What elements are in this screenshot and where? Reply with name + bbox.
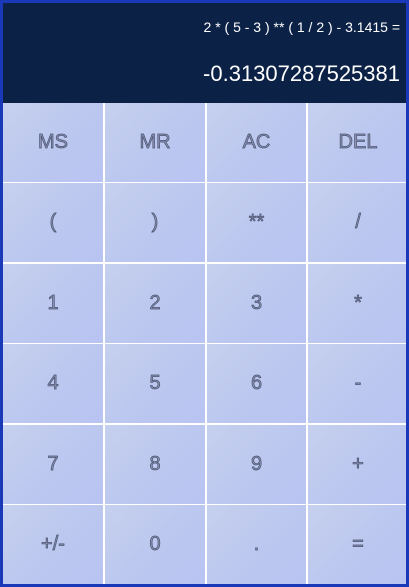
open-paren-button[interactable]: ( <box>3 183 103 263</box>
delete-button[interactable]: DEL <box>308 103 406 182</box>
digit-6-button[interactable]: 6 <box>207 344 306 424</box>
digit-5-button[interactable]: 5 <box>105 344 205 424</box>
digit-2-button[interactable]: 2 <box>105 263 205 343</box>
digit-0-button[interactable]: 0 <box>105 504 205 584</box>
decimal-point-button[interactable]: . <box>207 504 306 584</box>
memory-store-button[interactable]: MS <box>3 103 103 182</box>
digit-7-button[interactable]: 7 <box>3 424 103 504</box>
result-readout: -0.31307287525381 <box>203 61 400 86</box>
add-button[interactable]: + <box>308 424 406 504</box>
power-button[interactable]: ** <box>207 183 306 263</box>
all-clear-button[interactable]: AC <box>207 103 306 182</box>
expression-readout: 2 * ( 5 - 3 ) ** ( 1 / 2 ) - 3.1415 = <box>203 19 400 35</box>
calculator-window: 2 * ( 5 - 3 ) ** ( 1 / 2 ) - 3.1415 = -0… <box>0 0 409 587</box>
digit-1-button[interactable]: 1 <box>3 263 103 343</box>
multiply-button[interactable]: * <box>308 263 406 343</box>
equals-button[interactable]: = <box>308 504 406 584</box>
calculator-display: 2 * ( 5 - 3 ) ** ( 1 / 2 ) - 3.1415 = -0… <box>3 3 406 103</box>
digit-8-button[interactable]: 8 <box>105 424 205 504</box>
digit-9-button[interactable]: 9 <box>207 424 306 504</box>
close-paren-button[interactable]: ) <box>105 183 205 263</box>
divide-button[interactable]: / <box>308 183 406 263</box>
subtract-button[interactable]: - <box>308 344 406 424</box>
digit-4-button[interactable]: 4 <box>3 344 103 424</box>
digit-3-button[interactable]: 3 <box>207 263 306 343</box>
keypad: MS MR AC DEL () **/ 1 2 3 * 4 5 6- 7 8 9 + +/- 0. = <box>3 103 406 584</box>
memory-recall-button[interactable]: MR <box>105 103 205 182</box>
toggle-sign-button[interactable]: +/- <box>3 504 103 584</box>
